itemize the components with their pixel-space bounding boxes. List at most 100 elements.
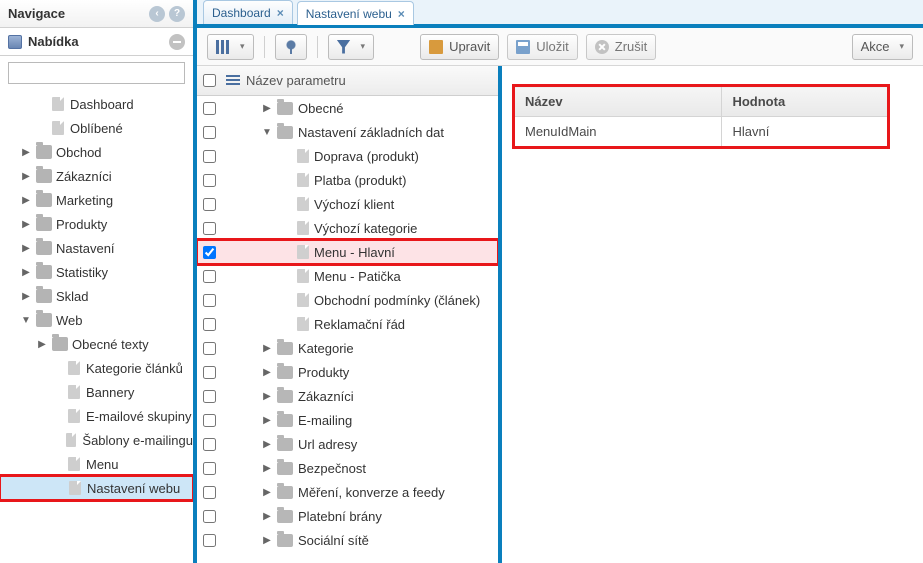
document-icon <box>68 457 80 471</box>
nav-item[interactable]: ▶Produkty <box>0 212 193 236</box>
grid-row[interactable]: ▶Obecné <box>197 96 498 120</box>
grid-row-label: Reklamační řád <box>314 317 405 332</box>
nav-item[interactable]: ▶Statistiky <box>0 260 193 284</box>
row-checkbox[interactable] <box>203 510 216 523</box>
edit-button[interactable]: Upravit <box>420 34 499 60</box>
filter-button[interactable] <box>328 34 375 60</box>
close-icon[interactable]: × <box>398 7 405 21</box>
nav-item[interactable]: Menu <box>0 452 193 476</box>
columns-button[interactable] <box>207 34 254 60</box>
grid-row[interactable]: Doprava (produkt) <box>197 144 498 168</box>
close-icon[interactable]: × <box>277 6 284 20</box>
folder-icon <box>36 145 52 159</box>
tab[interactable]: Dashboard× <box>203 0 293 24</box>
chevron-right-icon: ▶ <box>20 219 32 230</box>
chevron-down-icon: ▼ <box>20 315 32 326</box>
grid-row[interactable]: ▶Url adresy <box>197 432 498 456</box>
nav-item[interactable]: ▶Zákazníci <box>0 164 193 188</box>
details-col-name: Název <box>514 86 722 117</box>
nav-back-icon[interactable]: ‹ <box>149 6 165 22</box>
collapse-icon[interactable] <box>169 34 185 50</box>
nav-item[interactable]: Kategorie článků <box>0 356 193 380</box>
grid-row-label: Doprava (produkt) <box>314 149 419 164</box>
grid-row-label: Platební brány <box>298 509 382 524</box>
row-checkbox[interactable] <box>203 126 216 139</box>
row-checkbox[interactable] <box>203 534 216 547</box>
grid-row-label: Zákazníci <box>298 389 354 404</box>
grid-header-label: Název parametru <box>246 73 346 88</box>
chevron-right-icon: ▶ <box>262 415 272 426</box>
row-checkbox[interactable] <box>203 222 216 235</box>
chevron-right-icon: ▶ <box>20 195 32 206</box>
select-all-checkbox[interactable] <box>203 74 216 87</box>
row-checkbox[interactable] <box>203 198 216 211</box>
row-checkbox[interactable] <box>203 462 216 475</box>
grid-row[interactable]: ▼Nastavení základních dat <box>197 120 498 144</box>
nav-item[interactable]: Oblíbené <box>0 116 193 140</box>
folder-icon <box>36 313 52 327</box>
grid-row[interactable]: ▶Měření, konverze a feedy <box>197 480 498 504</box>
folder-icon <box>277 462 293 475</box>
row-checkbox[interactable] <box>203 174 216 187</box>
save-button[interactable]: Uložit <box>507 34 578 60</box>
row-checkbox[interactable] <box>203 102 216 115</box>
tab[interactable]: Nastavení webu× <box>297 1 414 25</box>
grid-row[interactable]: ▶Bezpečnost <box>197 456 498 480</box>
search-input[interactable] <box>8 62 185 84</box>
grid-row[interactable]: Výchozí kategorie <box>197 216 498 240</box>
sidebar: Navigace ‹ ? Nabídka DashboardOblíbené▶O… <box>0 0 197 563</box>
row-checkbox[interactable] <box>203 438 216 451</box>
nav-item[interactable]: ▶Nastavení <box>0 236 193 260</box>
row-checkbox[interactable] <box>203 390 216 403</box>
nav-item[interactable]: Nastavení webu <box>0 476 193 500</box>
nav-item[interactable]: ▶Obecné texty <box>0 332 193 356</box>
grid-row[interactable]: ▶Produkty <box>197 360 498 384</box>
document-icon <box>297 293 309 307</box>
nav-item[interactable]: ▶Obchod <box>0 140 193 164</box>
grid-row[interactable]: Menu - Patička <box>197 264 498 288</box>
grid-row[interactable]: Reklamační řád <box>197 312 498 336</box>
nav-item[interactable]: Šablony e-mailingu <box>0 428 193 452</box>
row-checkbox[interactable] <box>203 318 216 331</box>
row-checkbox[interactable] <box>203 486 216 499</box>
grid-row[interactable]: ▶E-mailing <box>197 408 498 432</box>
nav-item[interactable]: Bannery <box>0 380 193 404</box>
grid-row[interactable]: Obchodní podmínky (článek) <box>197 288 498 312</box>
grid-row[interactable]: ▶ Platební brány <box>197 504 498 528</box>
grid-row[interactable]: ▶Kategorie <box>197 336 498 360</box>
sidebar-search <box>0 56 193 90</box>
grid-row[interactable]: Menu - Hlavní <box>197 240 498 264</box>
cancel-button[interactable]: Zrušit <box>586 34 657 60</box>
content: Název parametru ▶Obecné▼Nastavení základ… <box>197 66 923 563</box>
grid-row[interactable]: ▶Zákazníci <box>197 384 498 408</box>
pin-button[interactable] <box>275 34 307 60</box>
sidebar-header: Navigace ‹ ? <box>0 0 193 28</box>
nav-item[interactable]: Dashboard <box>0 92 193 116</box>
nav-item-label: Web <box>56 313 83 328</box>
nav-item[interactable]: ▶Marketing <box>0 188 193 212</box>
row-checkbox[interactable] <box>203 246 216 259</box>
nav-item[interactable]: ▶Sklad <box>0 284 193 308</box>
folder-icon <box>277 366 293 379</box>
grid-row[interactable]: Platba (produkt) <box>197 168 498 192</box>
row-checkbox[interactable] <box>203 414 216 427</box>
sidebar-title: Navigace <box>8 6 65 21</box>
grid-row[interactable]: Výchozí klient <box>197 192 498 216</box>
row-checkbox[interactable] <box>203 270 216 283</box>
nav-item[interactable]: ▼ Web <box>0 308 193 332</box>
actions-button[interactable]: Akce <box>852 34 913 60</box>
nav-item-label: Oblíbené <box>70 121 123 136</box>
details-row: MenuIdMainHlavní <box>514 117 889 148</box>
nav-item-label: Zákazníci <box>56 169 112 184</box>
row-checkbox[interactable] <box>203 150 216 163</box>
chevron-right-icon: ▶ <box>262 511 272 522</box>
row-checkbox[interactable] <box>203 342 216 355</box>
row-checkbox[interactable] <box>203 366 216 379</box>
folder-icon <box>36 265 52 279</box>
nav-help-icon[interactable]: ? <box>169 6 185 22</box>
nav-item[interactable]: E-mailové skupiny <box>0 404 193 428</box>
grid-row[interactable]: ▶Sociální sítě <box>197 528 498 552</box>
nav-item-label: Statistiky <box>56 265 108 280</box>
grid-body: ▶Obecné▼Nastavení základních dat Doprava … <box>197 96 498 563</box>
row-checkbox[interactable] <box>203 294 216 307</box>
